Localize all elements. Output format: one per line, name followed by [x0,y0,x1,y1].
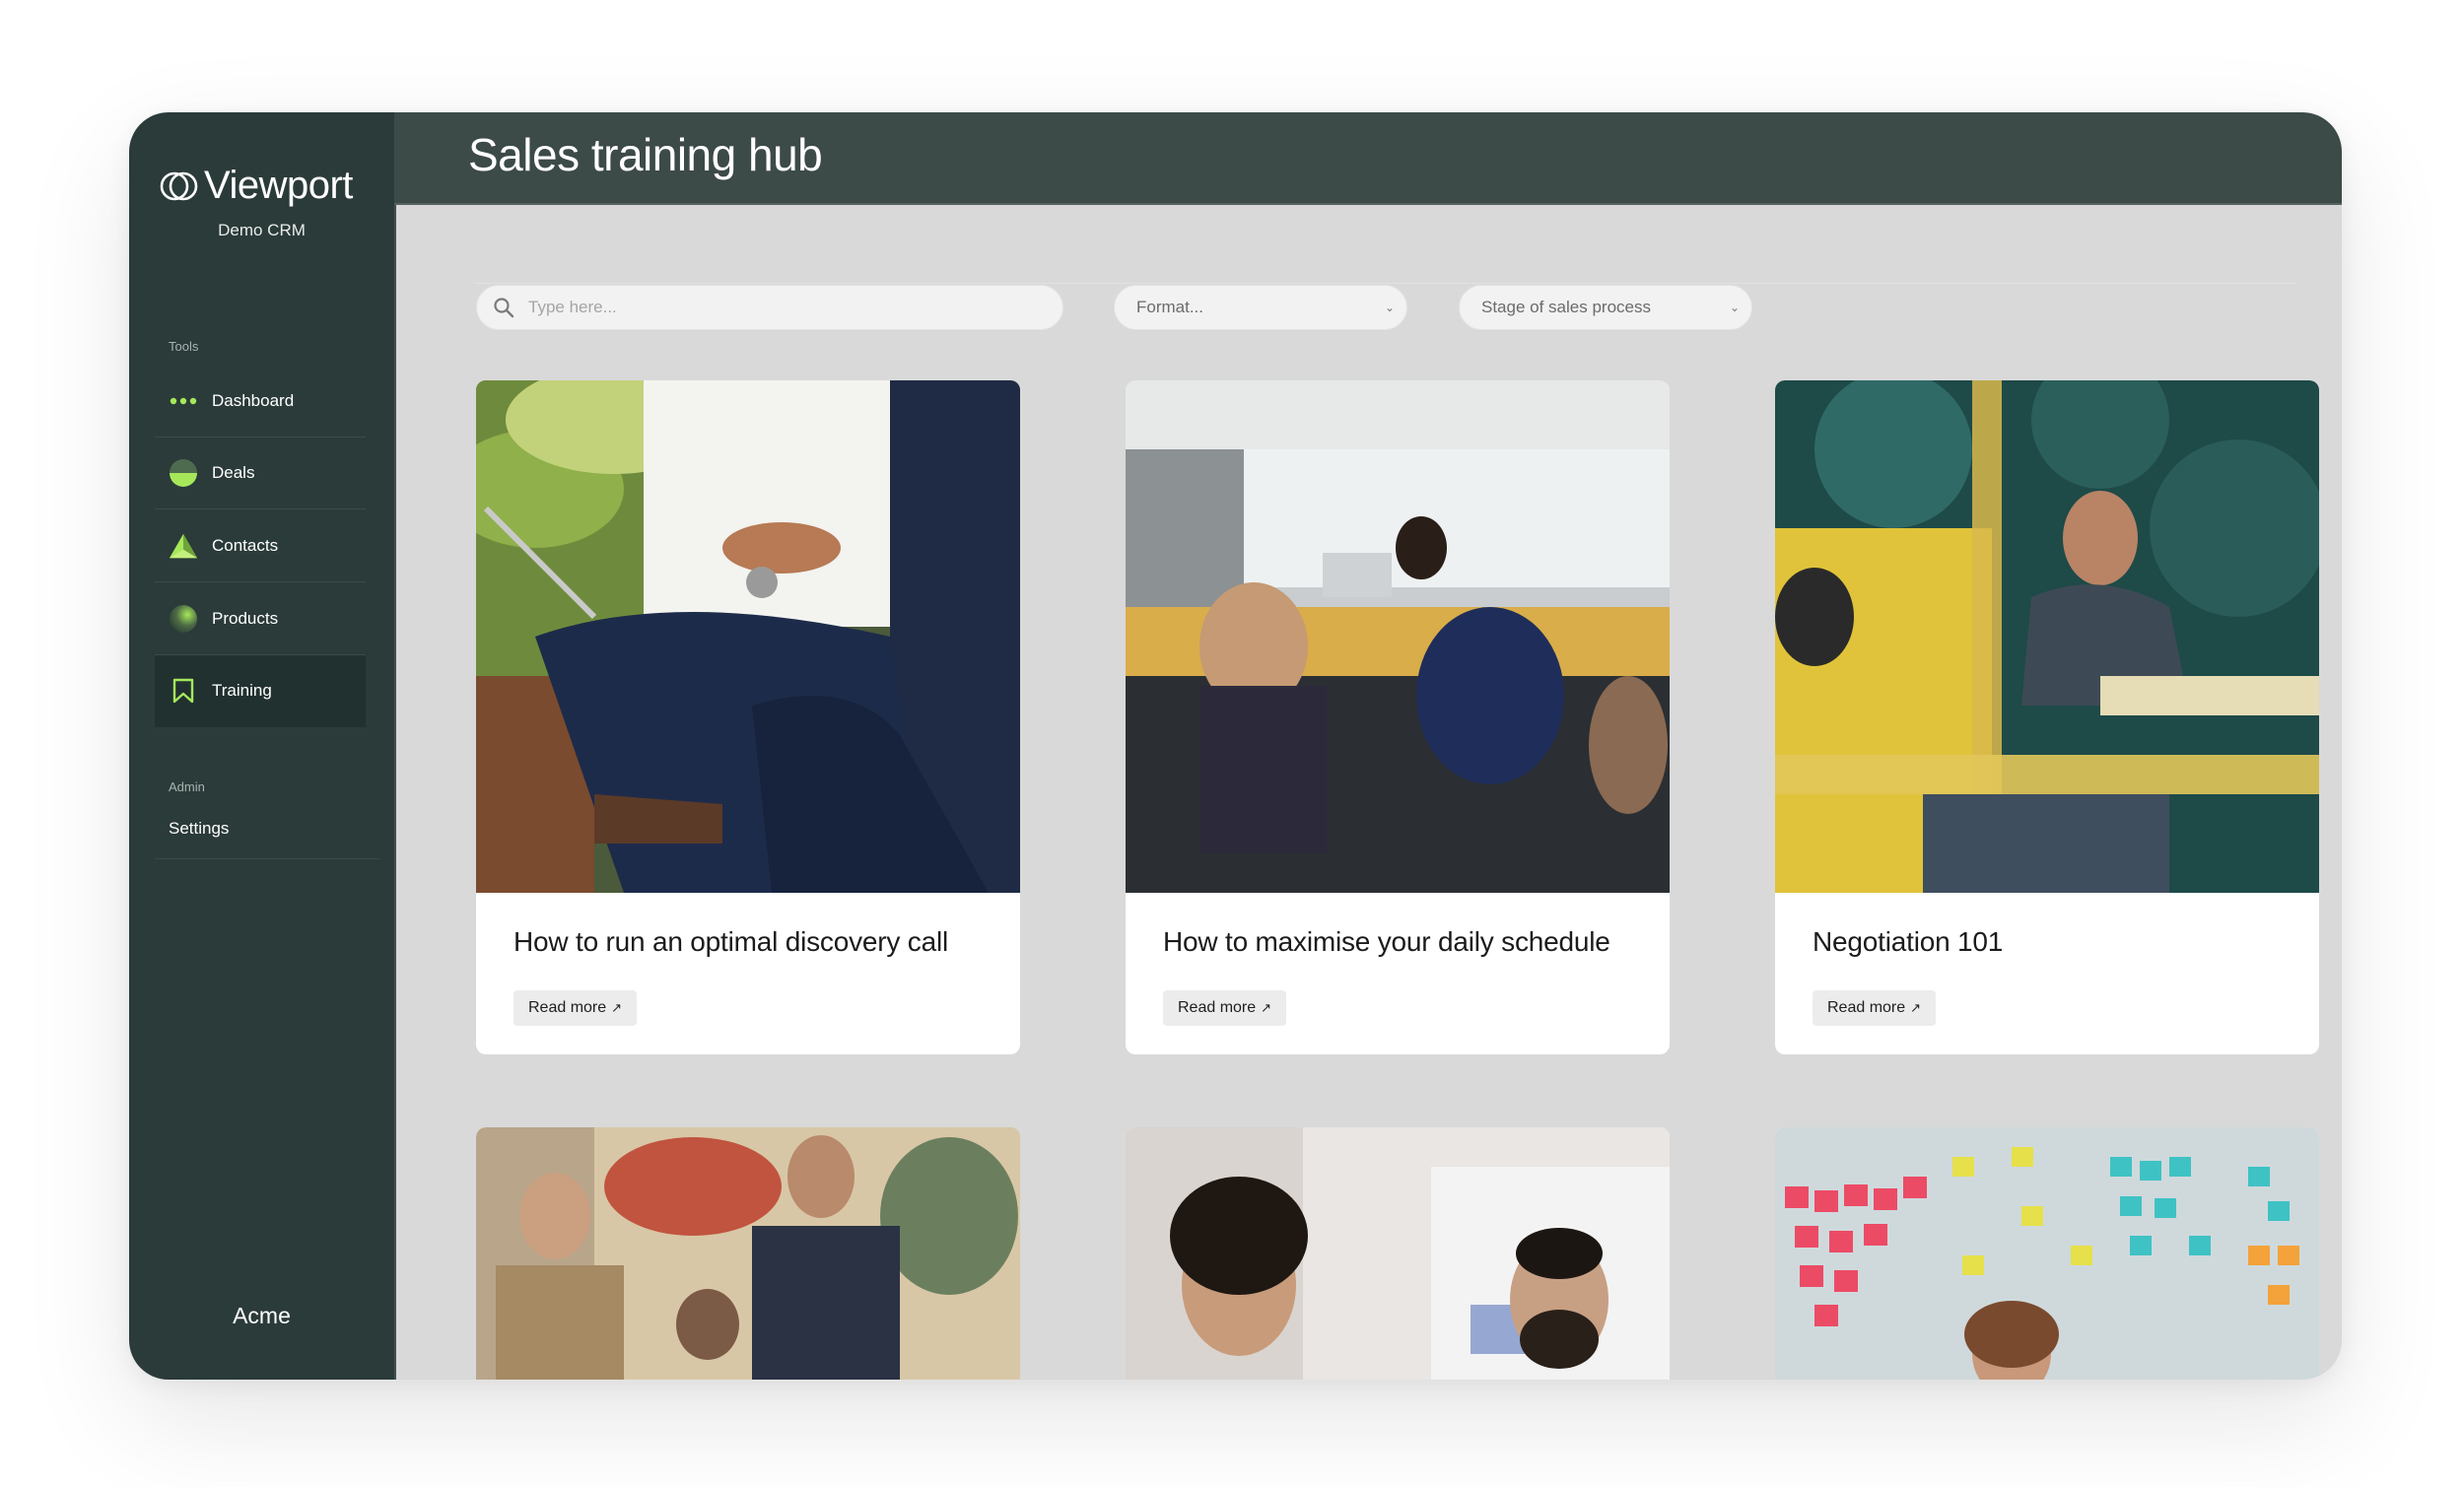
read-more-button[interactable]: Read more ↗ [1163,990,1287,1026]
workspace-name: Acme [233,1303,291,1328]
sidebar-item-deals[interactable]: Deals [155,438,366,509]
card-title: How to run an optimal discovery call [513,926,948,957]
sidebar-item-label: Contacts [212,536,279,555]
page-header: Sales training hub [394,112,2342,205]
format-select[interactable]: Format... ⌄ [1114,285,1407,330]
card-image-sticky-notes [1775,1127,2319,1380]
card-image-colleagues [1126,1127,1670,1380]
card-title: How to maximise your daily schedule [1163,926,1610,957]
sidebar-item-label: Products [212,609,279,628]
admin-section-label: Admin [169,779,205,794]
sidebar-item-label: Dashboard [212,391,295,410]
stage-select[interactable]: Stage of sales process ⌄ [1459,285,1752,330]
arrow-up-right-icon: ↗ [1261,1000,1272,1015]
dots-icon [169,386,198,416]
sidebar-item-dashboard[interactable]: Dashboard [155,366,366,438]
chevron-down-icon: ⌄ [1384,301,1395,314]
sidebar-item-label: Deals [212,463,255,482]
brand-subtitle: Demo CRM [218,221,306,239]
search-box[interactable] [476,285,1063,330]
chevron-down-icon: ⌄ [1729,301,1740,314]
card-title: Negotiation 101 [1813,926,2004,957]
sidebar-item-products[interactable]: Products [155,583,366,655]
training-card[interactable] [1775,1127,2319,1380]
sidebar-item-training[interactable]: Training [155,655,366,727]
sidebar-item-label: Training [212,681,272,700]
read-more-button[interactable]: Read more ↗ [1813,990,1937,1026]
read-more-button[interactable]: Read more ↗ [513,990,638,1026]
training-card[interactable]: How to maximise your daily schedule Read… [1126,380,1670,1054]
stage-select-value: Stage of sales process [1481,298,1651,316]
card-image-team-meeting [476,1127,1020,1380]
half-circle-icon [169,458,198,488]
sidebar-item-label: Settings [169,819,230,838]
brand-logo[interactable]: Viewport [159,164,385,208]
training-card[interactable] [476,1127,1020,1380]
read-more-label: Read more [528,999,607,1016]
read-more-label: Read more [1827,999,1906,1016]
tools-section-label: Tools [169,339,199,354]
bookmark-icon [169,676,198,706]
triangle-icon [169,531,198,561]
arrow-up-right-icon: ↗ [1910,1000,1922,1015]
training-card[interactable]: How to run an optimal discovery call Rea… [476,380,1020,1054]
read-more-label: Read more [1178,999,1257,1016]
filter-divider [474,283,2297,284]
page-title: Sales training hub [468,129,823,180]
app-window: Viewport Demo CRM Tools Dashboard Deals … [129,112,2342,1380]
search-input[interactable] [526,297,1043,318]
search-icon [493,297,514,318]
card-image-negotiation [1775,380,2319,893]
card-image-discovery-call [476,380,1020,893]
brand-name: Viewport [204,164,353,207]
card-image-daily-schedule [1126,380,1670,893]
viewport-logo-icon [160,171,198,200]
arrow-up-right-icon: ↗ [611,1000,623,1015]
sidebar-item-settings[interactable]: Settings [155,799,379,859]
training-card[interactable]: Negotiation 101 Read more ↗ [1775,380,2319,1054]
training-card[interactable] [1126,1127,1670,1380]
sidebar-item-contacts[interactable]: Contacts [155,510,366,582]
sidebar: Viewport Demo CRM Tools Dashboard Deals … [129,112,396,1380]
format-select-value: Format... [1136,298,1204,316]
sphere-icon [169,604,198,634]
